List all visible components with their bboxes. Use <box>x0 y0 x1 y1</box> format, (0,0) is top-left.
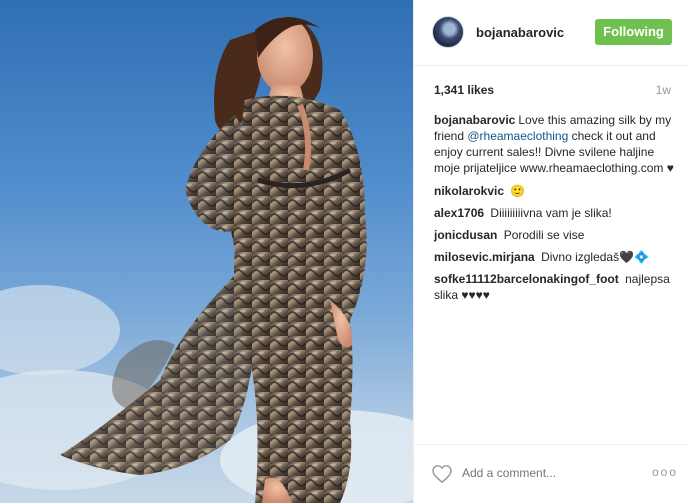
comment-text: 🙂 <box>510 184 526 198</box>
add-comment-input[interactable] <box>462 462 632 484</box>
caption-username[interactable]: bojanabarovic <box>434 113 515 127</box>
likes-row: 1,341 likes 1w <box>434 83 671 97</box>
comments-list: bojanabarovic Love this amazing silk by m… <box>434 112 674 309</box>
post-caption: bojanabarovic Love this amazing silk by m… <box>434 112 674 176</box>
comment-item: alex1706 Diiiiiiiiivna vam je slika! <box>434 205 674 221</box>
comment-username[interactable]: jonicdusan <box>434 228 497 242</box>
post-sidebar: bojanabarovic Following 1,341 likes 1w b… <box>413 0 688 503</box>
comment-text: Porodili se vise <box>503 228 585 242</box>
post-photo[interactable] <box>0 0 413 503</box>
heart-outline-icon[interactable] <box>432 465 452 483</box>
post-author-username[interactable]: bojanabarovic <box>476 25 564 40</box>
post-header: bojanabarovic Following <box>414 0 688 66</box>
comment-text: Divno izgledaš🖤💠 <box>541 250 649 264</box>
comment-username[interactable]: sofke11112barcelonakingof_foot <box>434 272 619 286</box>
comment-text: Diiiiiiiiivna vam je slika! <box>490 206 612 220</box>
comment-item: nikolarokvic 🙂 <box>434 183 674 199</box>
comment-item: sofke11112barcelonakingof_foot najlepsa … <box>434 271 674 303</box>
instagram-post: bojanabarovic Following 1,341 likes 1w b… <box>0 0 688 503</box>
following-button[interactable]: Following <box>595 19 672 45</box>
likes-count[interactable]: 1,341 likes <box>434 83 494 97</box>
comment-username[interactable]: alex1706 <box>434 206 484 220</box>
comment-username[interactable]: milosevic.mirjana <box>434 250 535 264</box>
post-footer: ooo <box>414 444 688 503</box>
comment-item: milosevic.mirjana Divno izgledaš🖤💠 <box>434 249 674 265</box>
more-options-button[interactable]: ooo <box>652 465 678 479</box>
caption-mention[interactable]: @rheamaeclothing <box>467 129 568 143</box>
comment-username[interactable]: nikolarokvic <box>434 184 504 198</box>
avatar[interactable] <box>432 16 464 48</box>
photo-illustration <box>0 16 413 503</box>
post-time[interactable]: 1w <box>656 83 671 97</box>
comment-item: jonicdusan Porodili se vise <box>434 227 674 243</box>
